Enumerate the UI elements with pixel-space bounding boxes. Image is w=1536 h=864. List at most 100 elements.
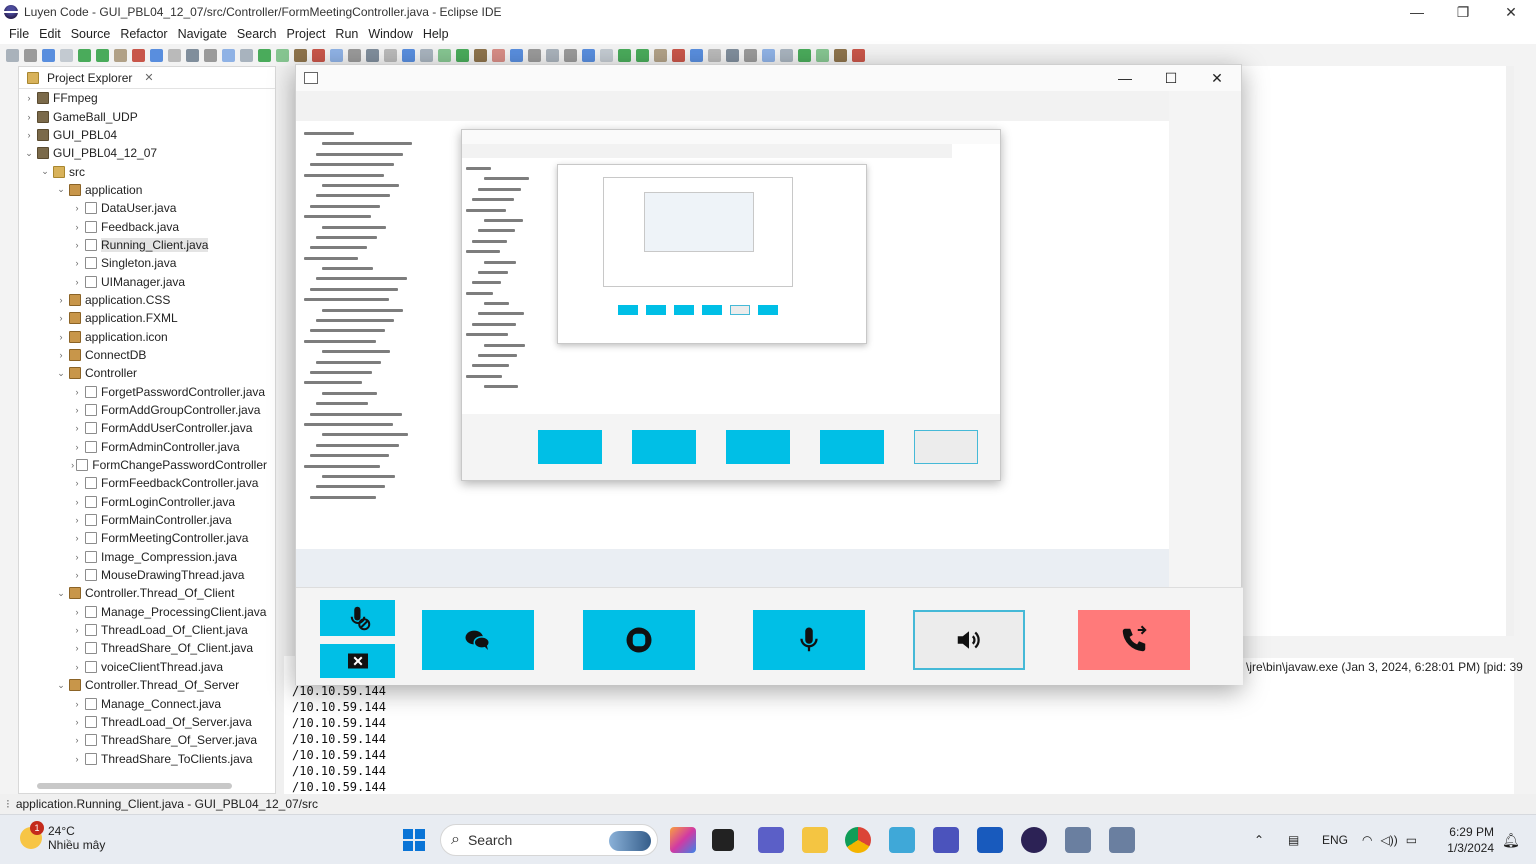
toolbar-icon[interactable] bbox=[132, 48, 145, 62]
chevron-down-icon[interactable]: ⌄ bbox=[55, 588, 67, 599]
toolbar-icon[interactable] bbox=[42, 48, 55, 62]
restore-button[interactable]: ❐ bbox=[1440, 0, 1486, 24]
chevron-right-icon[interactable]: › bbox=[71, 735, 83, 745]
chevron-right-icon[interactable]: › bbox=[55, 295, 67, 305]
toolbar-icon[interactable] bbox=[492, 48, 505, 62]
toolbar-icon[interactable] bbox=[780, 48, 793, 62]
chevron-right-icon[interactable]: › bbox=[71, 717, 83, 727]
tree-item[interactable]: › FormMeetingController.java bbox=[19, 529, 267, 547]
toolbar-icon[interactable] bbox=[546, 48, 559, 62]
chevron-right-icon[interactable]: › bbox=[71, 497, 83, 507]
tree-item[interactable]: › FormAddGroupController.java bbox=[19, 401, 267, 419]
tree-item[interactable]: › ThreadLoad_Of_Server.java bbox=[19, 713, 267, 731]
weather-widget[interactable]: 1 24°C Nhiều mây bbox=[20, 821, 105, 852]
toolbar-icon[interactable] bbox=[798, 48, 811, 62]
toolbar-icon[interactable] bbox=[186, 48, 199, 62]
chevron-right-icon[interactable]: › bbox=[71, 423, 83, 433]
eclipse-taskbar-icon[interactable] bbox=[1021, 827, 1047, 853]
chevron-right-icon[interactable]: › bbox=[71, 405, 83, 415]
keyboard-icon[interactable]: ▤ bbox=[1288, 815, 1299, 864]
leave-call-button[interactable] bbox=[1078, 610, 1190, 670]
tree-item[interactable]: › application.icon bbox=[19, 327, 267, 345]
toolbar-icon[interactable] bbox=[24, 48, 37, 62]
language-indicator[interactable]: ENG bbox=[1322, 815, 1348, 864]
clock[interactable]: 6:29 PM 1/3/2024 bbox=[1438, 824, 1494, 856]
toolbar-icon[interactable] bbox=[366, 48, 379, 62]
chevron-right-icon[interactable]: › bbox=[71, 203, 83, 213]
meeting-close-button[interactable]: ✕ bbox=[1194, 65, 1240, 91]
tree-item[interactable]: › ThreadShare_Of_Client.java bbox=[19, 639, 267, 657]
toolbar-icon[interactable] bbox=[618, 48, 631, 62]
tree-item[interactable]: › GUI_PBL04 bbox=[19, 126, 267, 144]
close-button[interactable]: ✕ bbox=[1488, 0, 1534, 24]
chevron-right-icon[interactable]: › bbox=[23, 130, 35, 140]
toolbar-icon[interactable] bbox=[690, 48, 703, 62]
toolbar-icon[interactable] bbox=[438, 48, 451, 62]
tree-item[interactable]: › FFmpeg bbox=[19, 89, 267, 107]
toolbar-icon[interactable] bbox=[852, 48, 865, 62]
tree-item[interactable]: › Running_Client.java bbox=[19, 236, 267, 254]
show-hidden-icons[interactable]: ⌃ bbox=[1254, 815, 1264, 864]
copilot-icon[interactable] bbox=[670, 827, 696, 853]
toolbar-icon[interactable] bbox=[474, 48, 487, 62]
tree-item[interactable]: › application.CSS bbox=[19, 291, 267, 309]
toolbar-icon[interactable] bbox=[654, 48, 667, 62]
toolbar-icon[interactable] bbox=[636, 48, 649, 62]
chevron-down-icon[interactable]: ⌄ bbox=[55, 680, 67, 691]
tree-item[interactable]: › FormAddUserController.java bbox=[19, 419, 267, 437]
toolbar-icon[interactable] bbox=[744, 48, 757, 62]
tree-item[interactable]: › FormMainController.java bbox=[19, 511, 267, 529]
menu-edit[interactable]: Edit bbox=[34, 27, 66, 41]
mic-button[interactable] bbox=[753, 610, 865, 670]
toolbar-icon[interactable] bbox=[168, 48, 181, 62]
minimize-button[interactable]: — bbox=[1394, 0, 1440, 24]
toolbar-icon[interactable] bbox=[582, 48, 595, 62]
chevron-right-icon[interactable]: › bbox=[55, 350, 67, 360]
tree-item[interactable]: ⌄ Controller.Thread_Of_Client bbox=[19, 584, 267, 602]
toolbar-icon[interactable] bbox=[708, 48, 721, 62]
tree-item[interactable]: › Feedback.java bbox=[19, 217, 267, 235]
tree-item[interactable]: › Singleton.java bbox=[19, 254, 267, 272]
menu-refactor[interactable]: Refactor bbox=[115, 27, 172, 41]
toolbar-icon[interactable] bbox=[330, 48, 343, 62]
chevron-right-icon[interactable]: › bbox=[71, 533, 83, 543]
menu-search[interactable]: Search bbox=[232, 27, 282, 41]
tree-item[interactable]: ⌄ application bbox=[19, 181, 267, 199]
tree-item[interactable]: › ThreadLoad_Of_Client.java bbox=[19, 621, 267, 639]
mic-off-button[interactable] bbox=[320, 600, 395, 636]
tree-item[interactable]: › FormLoginController.java bbox=[19, 493, 267, 511]
tree-item[interactable]: ⌄ Controller bbox=[19, 364, 267, 382]
speaker-button[interactable] bbox=[913, 610, 1025, 670]
tree-item[interactable]: › FormFeedbackController.java bbox=[19, 474, 267, 492]
toolbar-icon[interactable] bbox=[762, 48, 775, 62]
system-tray[interactable]: ◠ ◁)) ▭ bbox=[1362, 815, 1417, 864]
toolbar-icon[interactable] bbox=[258, 48, 271, 62]
tree-item[interactable]: › UIManager.java bbox=[19, 272, 267, 290]
chevron-right-icon[interactable]: › bbox=[71, 754, 83, 764]
menu-file[interactable]: File bbox=[4, 27, 34, 41]
tree-item[interactable]: › application.FXML bbox=[19, 309, 267, 327]
tree-item[interactable]: › FormAdminController.java bbox=[19, 438, 267, 456]
meeting-minimize-button[interactable]: — bbox=[1102, 65, 1148, 91]
chevron-right-icon[interactable]: › bbox=[71, 387, 83, 397]
chrome-icon[interactable] bbox=[845, 827, 871, 853]
chevron-down-icon[interactable]: ⌄ bbox=[39, 166, 51, 177]
tree-item[interactable]: ⌄ src bbox=[19, 162, 267, 180]
toolbar-icon[interactable] bbox=[510, 48, 523, 62]
toolbar-icon[interactable] bbox=[528, 48, 541, 62]
toolbar-icon[interactable] bbox=[276, 48, 289, 62]
toolbar-icon[interactable] bbox=[6, 48, 19, 62]
menu-source[interactable]: Source bbox=[66, 27, 116, 41]
notifications-icon[interactable]: 🔔︎ bbox=[1502, 815, 1520, 864]
menu-help[interactable]: Help bbox=[418, 27, 454, 41]
explorer-horizontal-scrollbar[interactable] bbox=[37, 783, 232, 789]
java-app-taskbar-icon[interactable] bbox=[1065, 827, 1091, 853]
toolbar-icon[interactable] bbox=[294, 48, 307, 62]
record-button[interactable] bbox=[583, 610, 695, 670]
chevron-right-icon[interactable]: › bbox=[71, 442, 83, 452]
chevron-right-icon[interactable]: › bbox=[55, 313, 67, 323]
task-view-icon[interactable] bbox=[712, 829, 734, 851]
chevron-down-icon[interactable]: ⌄ bbox=[55, 184, 67, 195]
chevron-right-icon[interactable]: › bbox=[71, 515, 83, 525]
chevron-right-icon[interactable]: › bbox=[23, 93, 35, 103]
